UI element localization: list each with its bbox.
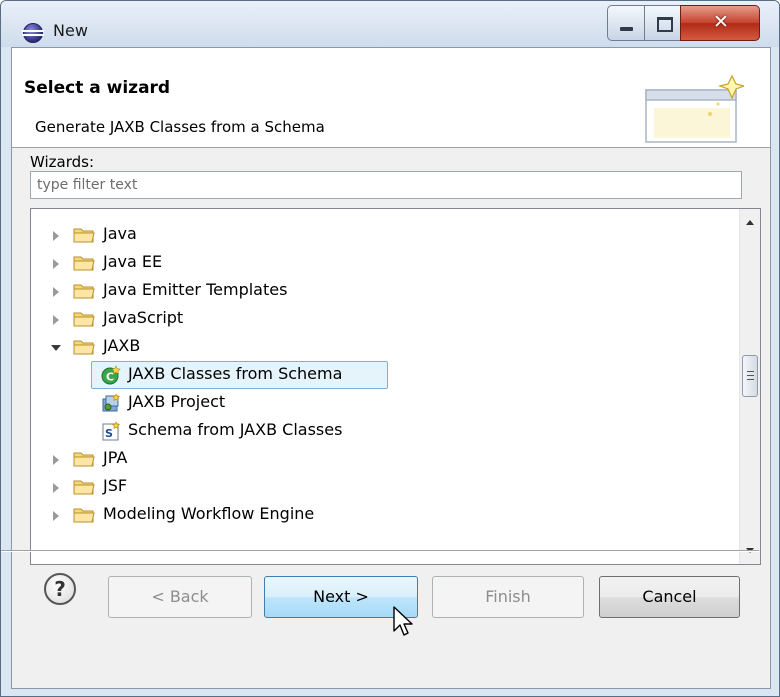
tree-item-javascript[interactable]: JavaScript (31, 305, 721, 333)
folder-icon (73, 256, 95, 271)
grip-line (747, 375, 754, 376)
tree-item-jaxb-project[interactable]: JAXB Project (31, 389, 721, 417)
folder-icon (73, 312, 95, 327)
scroll-up-icon[interactable] (746, 220, 754, 225)
title-bar[interactable]: New ✕ (1, 1, 779, 47)
tree-item-jaxb-classes-from-schema[interactable]: C JAXB Classes from Schema (31, 361, 721, 389)
tree-item-java[interactable]: Java (31, 221, 721, 249)
folder-icon (73, 480, 95, 495)
close-icon: ✕ (713, 11, 729, 33)
collapse-arrow-icon[interactable] (51, 345, 61, 351)
folder-icon (73, 284, 95, 299)
grip-line (747, 371, 754, 372)
button-bar-separator (1, 550, 759, 552)
minimize-icon (620, 27, 633, 31)
wizard-header: Select a wizard Generate JAXB Classes fr… (12, 48, 770, 148)
minimize-button[interactable] (607, 5, 645, 41)
new-wizard-banner-icon (645, 74, 744, 143)
back-button[interactable]: < Back (108, 576, 252, 618)
tree-item-label: JavaScript (103, 308, 184, 327)
schema-icon: S (102, 421, 121, 441)
folder-icon (73, 340, 95, 355)
expand-arrow-icon[interactable] (53, 455, 59, 465)
maximize-button[interactable] (644, 5, 681, 41)
tree-item-jaxb[interactable]: JAXB (31, 333, 721, 361)
tree-item-java-emitter-templates[interactable]: Java Emitter Templates (31, 277, 721, 305)
tree-item-label: JAXB Project (128, 392, 226, 411)
tree-scrollbar[interactable] (739, 209, 760, 564)
maximize-icon (657, 17, 673, 32)
expand-arrow-icon[interactable] (53, 259, 59, 269)
tree-item-label: JAXB (103, 336, 141, 355)
tree-item-jpa[interactable]: JPA (31, 445, 721, 473)
tree-item-label: JSF (103, 476, 128, 495)
close-button[interactable]: ✕ (680, 5, 760, 41)
help-button[interactable]: ? (44, 573, 76, 605)
page-description: Generate JAXB Classes from a Schema (35, 118, 325, 136)
grip-line (747, 379, 754, 380)
expand-arrow-icon[interactable] (53, 483, 59, 493)
filter-input[interactable] (30, 171, 742, 199)
tree-item-label: JAXB Classes from Schema (128, 364, 343, 383)
expand-arrow-icon[interactable] (53, 287, 59, 297)
page-title: Select a wizard (24, 78, 171, 98)
mouse-cursor-icon (393, 606, 413, 636)
folder-icon (73, 508, 95, 523)
wizard-tree[interactable]: Java Java EE Java Emitter Templates Java… (30, 208, 761, 565)
tree-item-label: JPA (103, 448, 128, 467)
tree-item-label: Java (103, 224, 137, 243)
jaxb-project-icon (102, 393, 121, 412)
cancel-button[interactable]: Cancel (599, 576, 740, 618)
folder-icon (73, 452, 95, 467)
expand-arrow-icon[interactable] (53, 511, 59, 521)
tree-item-label: Modeling Workflow Engine (103, 504, 315, 523)
tree-item-modeling-workflow-engine[interactable]: Modeling Workflow Engine (31, 501, 721, 529)
new-wizard-dialog: New ✕ Select a wizard Generate JAXB Clas… (0, 0, 780, 697)
svg-text:S: S (105, 427, 113, 440)
tree-item-java-ee[interactable]: Java EE (31, 249, 721, 277)
jaxb-classes-icon: C (101, 365, 121, 385)
tree-item-schema-from-jaxb-classes[interactable]: S Schema from JAXB Classes (31, 417, 721, 445)
expand-arrow-icon[interactable] (53, 231, 59, 241)
wizards-label: Wizards: (30, 153, 95, 171)
tree-item-label: Java EE (103, 252, 163, 271)
expand-arrow-icon[interactable] (53, 315, 59, 325)
tree-item-label: Java Emitter Templates (103, 280, 288, 299)
eclipse-icon (22, 23, 44, 43)
tree-item-label: Schema from JAXB Classes (128, 420, 343, 439)
finish-button[interactable]: Finish (432, 576, 584, 618)
scroll-thumb[interactable] (742, 355, 758, 397)
window-title: New (53, 21, 88, 40)
folder-icon (73, 228, 95, 243)
svg-text:C: C (106, 371, 114, 384)
tree-item-jsf[interactable]: JSF (31, 473, 721, 501)
